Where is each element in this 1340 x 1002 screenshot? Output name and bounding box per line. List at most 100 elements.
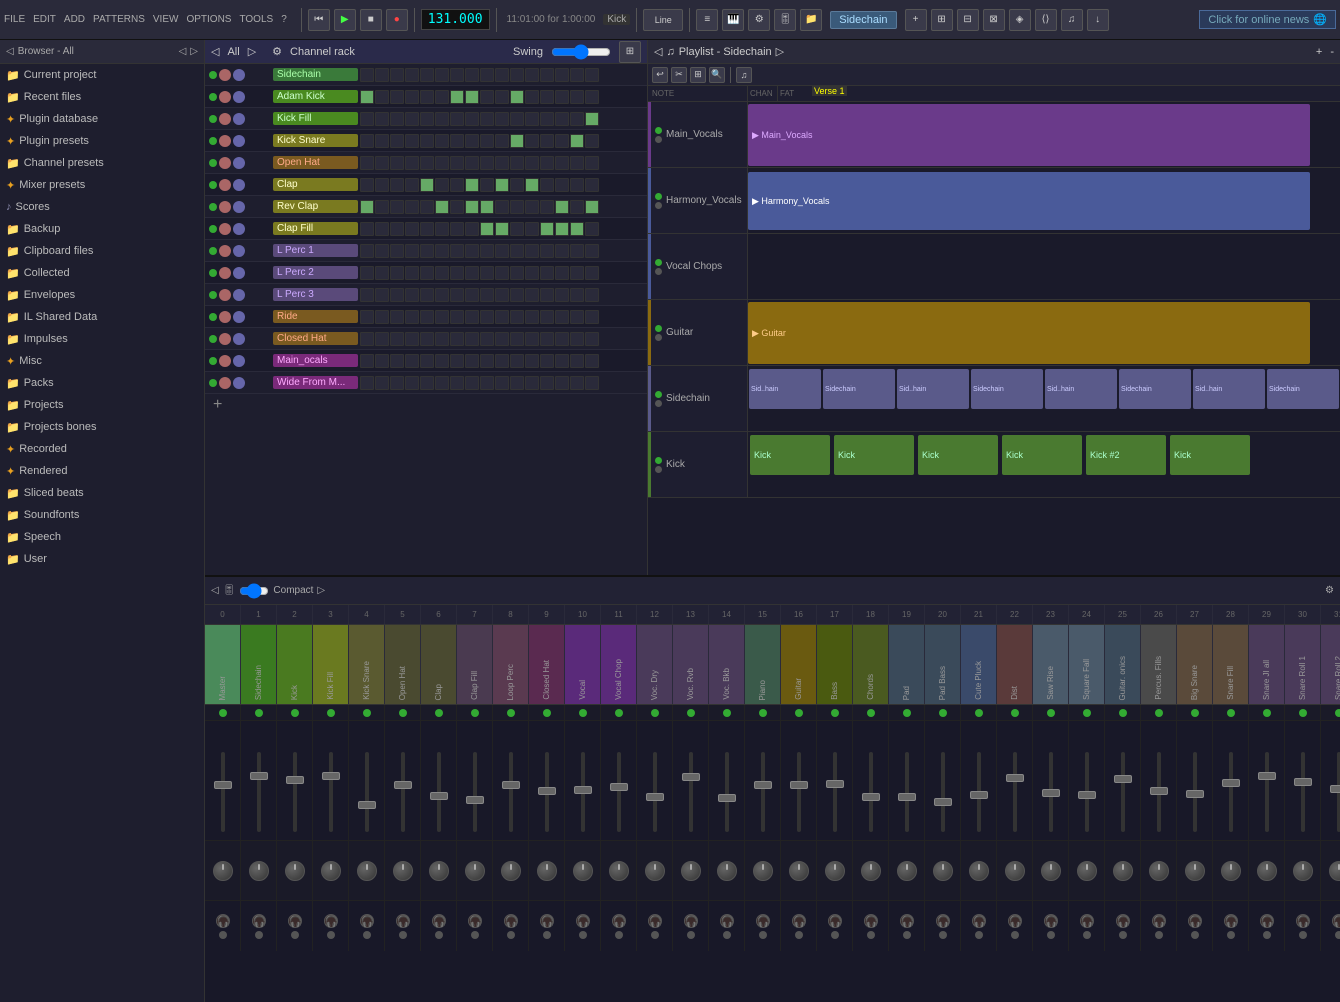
mixer-channel-label-26[interactable]: Percus. Fills: [1141, 625, 1177, 704]
ch-solo-btn[interactable]: [233, 377, 245, 389]
mixer-channel-label-17[interactable]: Bass: [817, 625, 853, 704]
send-active-dot[interactable]: [507, 709, 515, 717]
pad-10-5[interactable]: [420, 266, 434, 280]
mixer-channel-label-24[interactable]: Square Fall: [1069, 625, 1105, 704]
send-active-dot[interactable]: [687, 709, 695, 717]
pad-9-4[interactable]: [405, 244, 419, 258]
sidebar-item-rendered[interactable]: ✦Rendered: [0, 460, 204, 482]
pad-6-10[interactable]: [495, 178, 509, 192]
pad-5-3[interactable]: [390, 156, 404, 170]
menu-patterns[interactable]: PATTERNS: [93, 14, 145, 25]
track-mute-dot[interactable]: [655, 334, 662, 341]
send-dot-12[interactable]: [637, 705, 673, 720]
pad-6-1[interactable]: [360, 178, 374, 192]
pad-11-1[interactable]: [360, 288, 374, 302]
pad-4-5[interactable]: [420, 134, 434, 148]
sidechain-block-4[interactable]: Sid..hain: [1045, 369, 1117, 409]
ch-mute-btn[interactable]: [219, 91, 231, 103]
tool3[interactable]: ⊠: [983, 9, 1005, 31]
send-dot-30[interactable]: [1285, 705, 1321, 720]
pad-13-8[interactable]: [465, 332, 479, 346]
send-dot-2[interactable]: [277, 705, 313, 720]
track-mute-dot[interactable]: [655, 268, 662, 275]
pad-1-3[interactable]: [390, 68, 404, 82]
channel-name[interactable]: Adam Kick: [273, 90, 358, 103]
headphone-icon-5[interactable]: 🎧: [396, 914, 410, 928]
send-active-dot[interactable]: [399, 709, 407, 717]
sidebar-item-clipboard-files[interactable]: 📁Clipboard files: [0, 240, 204, 262]
bottom-dot-9[interactable]: [543, 931, 551, 939]
sidebar-item-channel-presets[interactable]: 📁Channel presets: [0, 152, 204, 174]
playlist-back[interactable]: ◁: [654, 45, 662, 58]
send-active-dot[interactable]: [1191, 709, 1199, 717]
fader-knob[interactable]: [322, 772, 340, 780]
send-dot-21[interactable]: [961, 705, 997, 720]
track-active-dot[interactable]: [655, 325, 662, 332]
send-active-dot[interactable]: [939, 709, 947, 717]
bottom-dot-22[interactable]: [1011, 931, 1019, 939]
pad-5-9[interactable]: [480, 156, 494, 170]
send-dot-25[interactable]: [1105, 705, 1141, 720]
pad-10-10[interactable]: [495, 266, 509, 280]
pad-9-6[interactable]: [435, 244, 449, 258]
kick-block-0[interactable]: Kick: [750, 435, 830, 475]
ch-active-dot[interactable]: [209, 159, 217, 167]
eq-knob-26[interactable]: [1149, 861, 1169, 881]
pad-2-7[interactable]: [450, 90, 464, 104]
pad-1-12[interactable]: [525, 68, 539, 82]
ch-active-dot[interactable]: [209, 181, 217, 189]
mixer-channel-label-11[interactable]: Vocal Chop: [601, 625, 637, 704]
bottom-dot-4[interactable]: [363, 931, 371, 939]
eq-knob-11[interactable]: [609, 861, 629, 881]
sidebar-item-collected[interactable]: 📁Collected: [0, 262, 204, 284]
bottom-dot-10[interactable]: [579, 931, 587, 939]
pad-4-9[interactable]: [480, 134, 494, 148]
bottom-dot-26[interactable]: [1155, 931, 1163, 939]
pad-6-8[interactable]: [465, 178, 479, 192]
pad-7-11[interactable]: [510, 200, 524, 214]
channel-name[interactable]: Closed Hat: [273, 332, 358, 345]
pad-14-15[interactable]: [570, 354, 584, 368]
eq-knob-28[interactable]: [1221, 861, 1241, 881]
channel-name[interactable]: Kick Fill: [273, 112, 358, 125]
bottom-dot-5[interactable]: [399, 931, 407, 939]
eq-knob-8[interactable]: [501, 861, 521, 881]
send-active-dot[interactable]: [975, 709, 983, 717]
pad-8-9[interactable]: [480, 222, 494, 236]
pad-12-2[interactable]: [375, 310, 389, 324]
pad-1-15[interactable]: [570, 68, 584, 82]
bottom-dot-24[interactable]: [1083, 931, 1091, 939]
mixer-channel-label-8[interactable]: Loop Perc: [493, 625, 529, 704]
pad-15-12[interactable]: [525, 376, 539, 390]
mixer-prev[interactable]: ◁: [211, 585, 219, 596]
tool2[interactable]: ⊟: [957, 9, 979, 31]
pad-9-9[interactable]: [480, 244, 494, 258]
eq-knob-31[interactable]: [1329, 861, 1340, 881]
ch-mute-btn[interactable]: [219, 223, 231, 235]
mixer-channel-label-15[interactable]: Piano: [745, 625, 781, 704]
bottom-dot-19[interactable]: [903, 931, 911, 939]
headphone-icon-18[interactable]: 🎧: [864, 914, 878, 928]
headphone-icon-14[interactable]: 🎧: [720, 914, 734, 928]
sidebar-item-current-project[interactable]: 📁Current project: [0, 64, 204, 86]
channel-name[interactable]: Rev Clap: [273, 200, 358, 213]
sidebar-item-plugin-presets[interactable]: ✦Plugin presets: [0, 130, 204, 152]
pt1[interactable]: ↩: [652, 67, 668, 83]
pad-8-2[interactable]: [375, 222, 389, 236]
pad-10-12[interactable]: [525, 266, 539, 280]
pad-15-3[interactable]: [390, 376, 404, 390]
add-channel-button[interactable]: +: [205, 394, 647, 416]
pad-6-15[interactable]: [570, 178, 584, 192]
eq-knob-17[interactable]: [825, 861, 845, 881]
ch-mute-btn[interactable]: [219, 355, 231, 367]
pad-4-14[interactable]: [555, 134, 569, 148]
rewind-button[interactable]: ⏮: [308, 9, 330, 31]
pad-15-4[interactable]: [405, 376, 419, 390]
bottom-dot-2[interactable]: [291, 931, 299, 939]
ch-active-dot[interactable]: [209, 203, 217, 211]
send-dot-8[interactable]: [493, 705, 529, 720]
pad-4-10[interactable]: [495, 134, 509, 148]
sidebar-item-recent-files[interactable]: 📁Recent files: [0, 86, 204, 108]
pad-12-5[interactable]: [420, 310, 434, 324]
pad-5-4[interactable]: [405, 156, 419, 170]
